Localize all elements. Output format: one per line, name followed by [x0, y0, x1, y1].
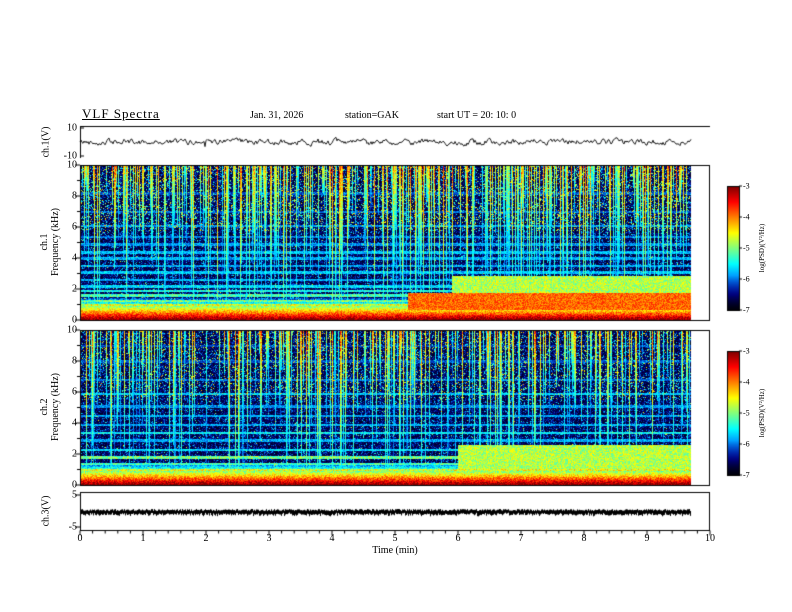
plot-canvas	[0, 0, 792, 612]
station-label: station=GAK	[345, 110, 399, 121]
ch1-voltage-axis-label: ch.1(V)	[41, 127, 52, 158]
colorbar1-tick-label: -4	[743, 212, 750, 222]
colorbar1-tick-label: -6	[743, 274, 750, 284]
vlf-spectra-plot: VLF Spectra Jan. 31, 2026 station=GAK st…	[0, 0, 792, 612]
ch1-spec-axis-label: ch.1 Frequency (kHz)	[39, 208, 61, 276]
ch3-wave-ymax-tick: 5	[72, 489, 77, 501]
colorbar1-tick-label: -5	[743, 243, 750, 253]
x-tick-label: 0	[77, 533, 83, 544]
colorbar2-tick-label: -6	[743, 439, 750, 449]
ch2-freq-tick-label: 4	[72, 417, 77, 429]
ch1-frequency-axis-label: Frequency (kHz)	[50, 207, 61, 277]
ch2-freq-tick-label: 8	[72, 355, 77, 367]
ch1-channel-label: ch.1	[39, 233, 50, 251]
ch3-wave-ymin-tick: -5	[68, 521, 77, 533]
colorbar2-tick-label: -7	[743, 470, 750, 480]
ch1-wave-ymax-tick: 10	[67, 122, 77, 134]
chart-title: VLF Spectra	[82, 106, 160, 121]
colorbar1-tick-label: -7	[743, 305, 750, 315]
x-tick-label: 1	[140, 533, 146, 544]
x-tick-label: 6	[455, 533, 461, 544]
ch2-freq-tick-label: 2	[72, 448, 77, 460]
x-tick-label: 5	[392, 533, 398, 544]
ch3-voltage-axis-text: ch.3(V)	[40, 495, 52, 527]
ch2-channel-label: ch.2	[39, 398, 50, 416]
ch2-spec-axis-label: ch.2 Frequency (kHz)	[39, 373, 61, 441]
ch2-freq-tick-label: 6	[72, 386, 77, 398]
ch1-freq-tick-label: 2	[72, 283, 77, 295]
colorbar2-label: log(PSD)(V²/Hz)	[758, 388, 766, 438]
colorbar2-tick-label: -5	[743, 408, 750, 418]
colorbar1-tick-label: -3	[743, 181, 750, 191]
x-tick-label: 3	[266, 533, 272, 544]
ch1-freq-tick-label: 4	[72, 252, 77, 264]
x-tick-label: 10	[705, 533, 715, 544]
colorbar1-label: log(PSD)(V²/Hz)	[758, 223, 766, 273]
colorbar2-tick-label: -4	[743, 377, 750, 387]
ch1-voltage-axis-text: ch.1(V)	[40, 126, 52, 158]
ch1-freq-tick-label: 10	[67, 159, 77, 171]
start-ut-label: start UT = 20: 10: 0	[437, 110, 517, 121]
ch1-freq-tick-label: 6	[72, 221, 77, 233]
x-tick-label: 9	[644, 533, 650, 544]
x-tick-label: 2	[203, 533, 209, 544]
date-label: Jan. 31, 2026	[250, 110, 304, 121]
colorbar2-tick-label: -3	[743, 346, 750, 356]
time-axis-label: Time (min)	[372, 545, 418, 556]
ch2-frequency-axis-label: Frequency (kHz)	[50, 372, 61, 442]
x-tick-label: 4	[329, 533, 335, 544]
ch1-freq-tick-label: 8	[72, 190, 77, 202]
ch3-voltage-axis-label: ch.3(V)	[41, 496, 52, 527]
x-tick-label: 7	[518, 533, 524, 544]
x-tick-label: 8	[581, 533, 587, 544]
ch2-freq-tick-label: 10	[67, 324, 77, 336]
